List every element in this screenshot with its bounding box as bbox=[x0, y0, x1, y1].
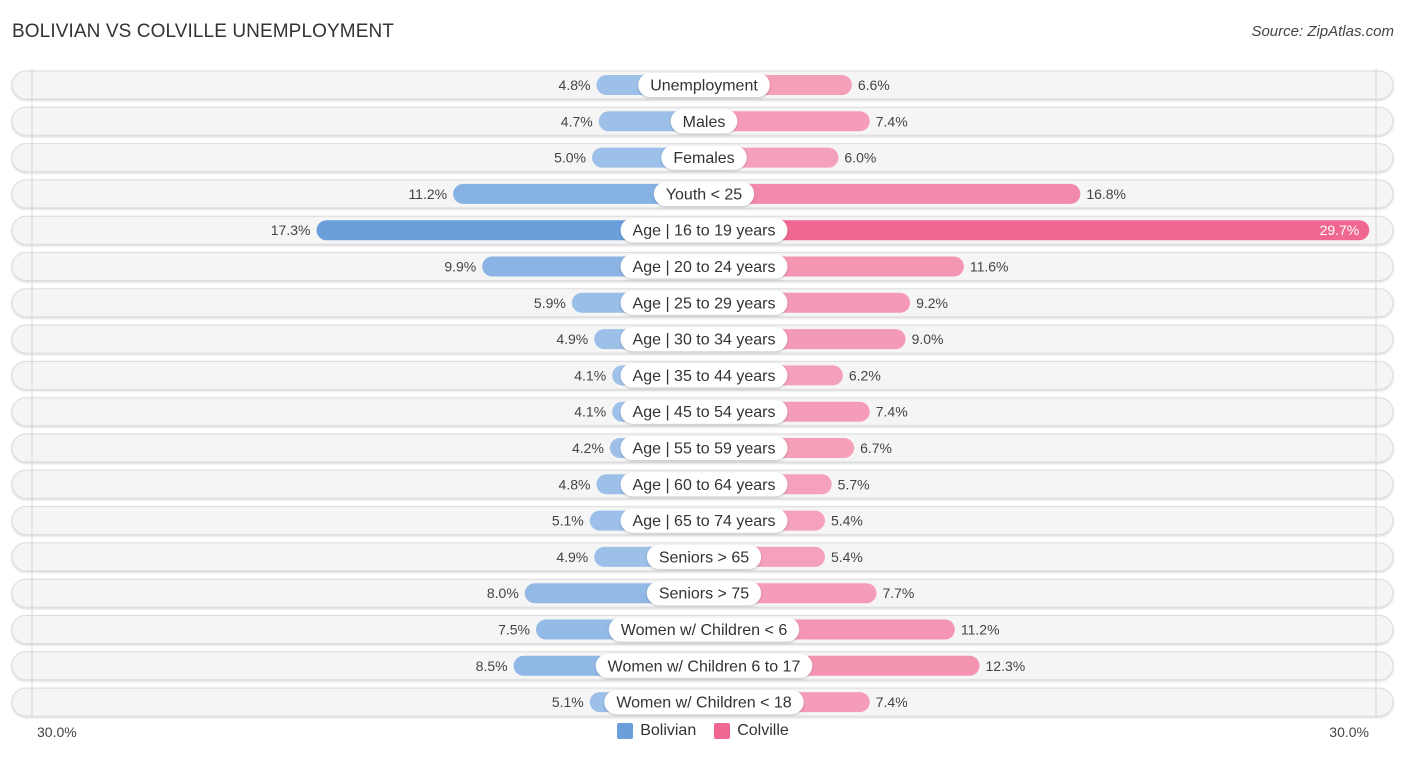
value-label-bolivian: 5.1% bbox=[552, 513, 584, 529]
chart-row: 17.3% 29.7% Age | 16 to 19 years bbox=[11, 215, 1394, 245]
chart-row: 4.8% 6.6% Unemployment bbox=[11, 70, 1394, 100]
category-label: Women w/ Children < 18 bbox=[616, 695, 791, 712]
value-label-bolivian: 4.7% bbox=[561, 113, 593, 129]
value-label-bolivian: 4.8% bbox=[559, 77, 591, 93]
value-label-colville: 6.2% bbox=[849, 367, 881, 383]
category-label: Age | 20 to 24 years bbox=[633, 259, 776, 276]
value-label-bolivian: 8.5% bbox=[476, 658, 508, 674]
value-label-bolivian: 4.1% bbox=[574, 367, 606, 383]
legend-label-colville: Colville bbox=[737, 722, 789, 739]
value-label-bolivian: 4.2% bbox=[572, 440, 604, 456]
value-label-colville: 6.0% bbox=[844, 150, 876, 166]
chart-canvas: 4.8% 6.6% Unemployment 4.7% 7.4% Males 5.0% 6.0… bbox=[11, 68, 1394, 718]
category-label: Women w/ Children < 6 bbox=[621, 622, 788, 639]
category-label: Women w/ Children 6 to 17 bbox=[608, 658, 801, 675]
value-label-colville: 5.7% bbox=[838, 476, 870, 492]
value-label-colville: 16.8% bbox=[1086, 186, 1126, 202]
value-label-colville: 7.4% bbox=[876, 694, 908, 710]
legend-swatch-bolivian bbox=[617, 723, 634, 739]
category-label: Seniors > 65 bbox=[659, 549, 749, 566]
value-label-colville: 11.2% bbox=[961, 622, 1000, 638]
value-label-bolivian: 5.9% bbox=[534, 295, 566, 311]
value-label-colville: 6.6% bbox=[858, 77, 890, 93]
category-label: Age | 35 to 44 years bbox=[633, 368, 776, 385]
category-label: Youth < 25 bbox=[666, 186, 742, 203]
value-label-colville: 9.0% bbox=[912, 331, 944, 347]
category-label: Females bbox=[673, 150, 734, 167]
value-label-bolivian: 4.8% bbox=[559, 476, 591, 492]
category-label: Unemployment bbox=[650, 78, 758, 95]
value-label-bolivian: 8.0% bbox=[487, 585, 519, 601]
value-label-bolivian: 5.0% bbox=[554, 150, 586, 166]
chart-row: 11.2% 16.8% Youth < 25 bbox=[11, 179, 1394, 209]
chart-row: 8.5% 12.3% Women w/ Children 6 to 17 bbox=[11, 651, 1394, 681]
category-label: Age | 45 to 54 years bbox=[633, 404, 776, 421]
chart-row: 4.9% 5.4% Seniors > 65 bbox=[11, 542, 1394, 572]
value-label-bolivian: 4.9% bbox=[556, 549, 588, 565]
bar-colville bbox=[694, 220, 1370, 241]
value-label-bolivian: 11.2% bbox=[408, 186, 447, 202]
legend-item-bolivian[interactable]: Bolivian bbox=[617, 722, 696, 740]
value-label-colville: 5.4% bbox=[831, 549, 863, 565]
category-label: Age | 60 to 64 years bbox=[633, 477, 776, 494]
chart-row: 8.0% 7.7% Seniors > 75 bbox=[11, 578, 1394, 608]
chart-row: 4.7% 7.4% Males bbox=[11, 106, 1394, 136]
category-label: Age | 55 to 59 years bbox=[633, 441, 776, 458]
chart-row: 4.9% 9.0% Age | 30 to 34 years bbox=[11, 324, 1394, 354]
value-label-colville: 7.4% bbox=[876, 404, 908, 420]
value-label-bolivian: 4.9% bbox=[556, 331, 588, 347]
value-label-colville: 11.6% bbox=[970, 259, 1009, 275]
category-label: Age | 25 to 29 years bbox=[633, 295, 776, 312]
chart-row: 5.0% 6.0% Females bbox=[11, 143, 1394, 173]
legend: Bolivian Colville bbox=[0, 722, 1406, 740]
value-label-bolivian: 4.1% bbox=[574, 404, 606, 420]
value-label-bolivian: 7.5% bbox=[498, 622, 530, 638]
value-label-bolivian: 9.9% bbox=[444, 259, 476, 275]
value-label-colville: 6.7% bbox=[860, 440, 892, 456]
value-label-colville: 7.7% bbox=[882, 585, 914, 601]
value-label-colville: 5.4% bbox=[831, 513, 863, 529]
chart-row: 7.5% 11.2% Women w/ Children < 6 bbox=[11, 615, 1394, 644]
chart-row: 4.1% 7.4% Age | 45 to 54 years bbox=[11, 397, 1394, 427]
value-label-colville: 9.2% bbox=[916, 295, 948, 311]
chart-row: 4.2% 6.7% Age | 55 to 59 years bbox=[11, 433, 1394, 463]
legend-item-colville[interactable]: Colville bbox=[714, 722, 789, 740]
value-label-colville: 12.3% bbox=[986, 658, 1026, 674]
chart-row: 4.1% 6.2% Age | 35 to 44 years bbox=[11, 360, 1394, 390]
legend-label-bolivian: Bolivian bbox=[640, 722, 697, 739]
chart-row: 5.1% 7.4% Women w/ Children < 18 bbox=[11, 687, 1394, 717]
category-label: Males bbox=[683, 114, 726, 131]
value-label-colville: 7.4% bbox=[876, 113, 908, 129]
category-label: Seniors > 75 bbox=[659, 586, 749, 603]
chart-row: 5.1% 5.4% Age | 65 to 74 years bbox=[11, 506, 1394, 536]
chart-row: 9.9% 11.6% Age | 20 to 24 years bbox=[11, 252, 1394, 281]
chart-row: 5.9% 9.2% Age | 25 to 29 years bbox=[11, 288, 1394, 318]
value-label-bolivian: 5.1% bbox=[552, 694, 584, 710]
value-label-bolivian: 17.3% bbox=[271, 222, 311, 238]
category-label: Age | 30 to 34 years bbox=[633, 332, 776, 349]
value-label-colville: 29.7% bbox=[1320, 222, 1360, 238]
legend-swatch-colville bbox=[714, 723, 731, 739]
chart-row: 4.8% 5.7% Age | 60 to 64 years bbox=[11, 469, 1394, 499]
category-label: Age | 65 to 74 years bbox=[633, 513, 776, 530]
category-label: Age | 16 to 19 years bbox=[633, 223, 776, 240]
